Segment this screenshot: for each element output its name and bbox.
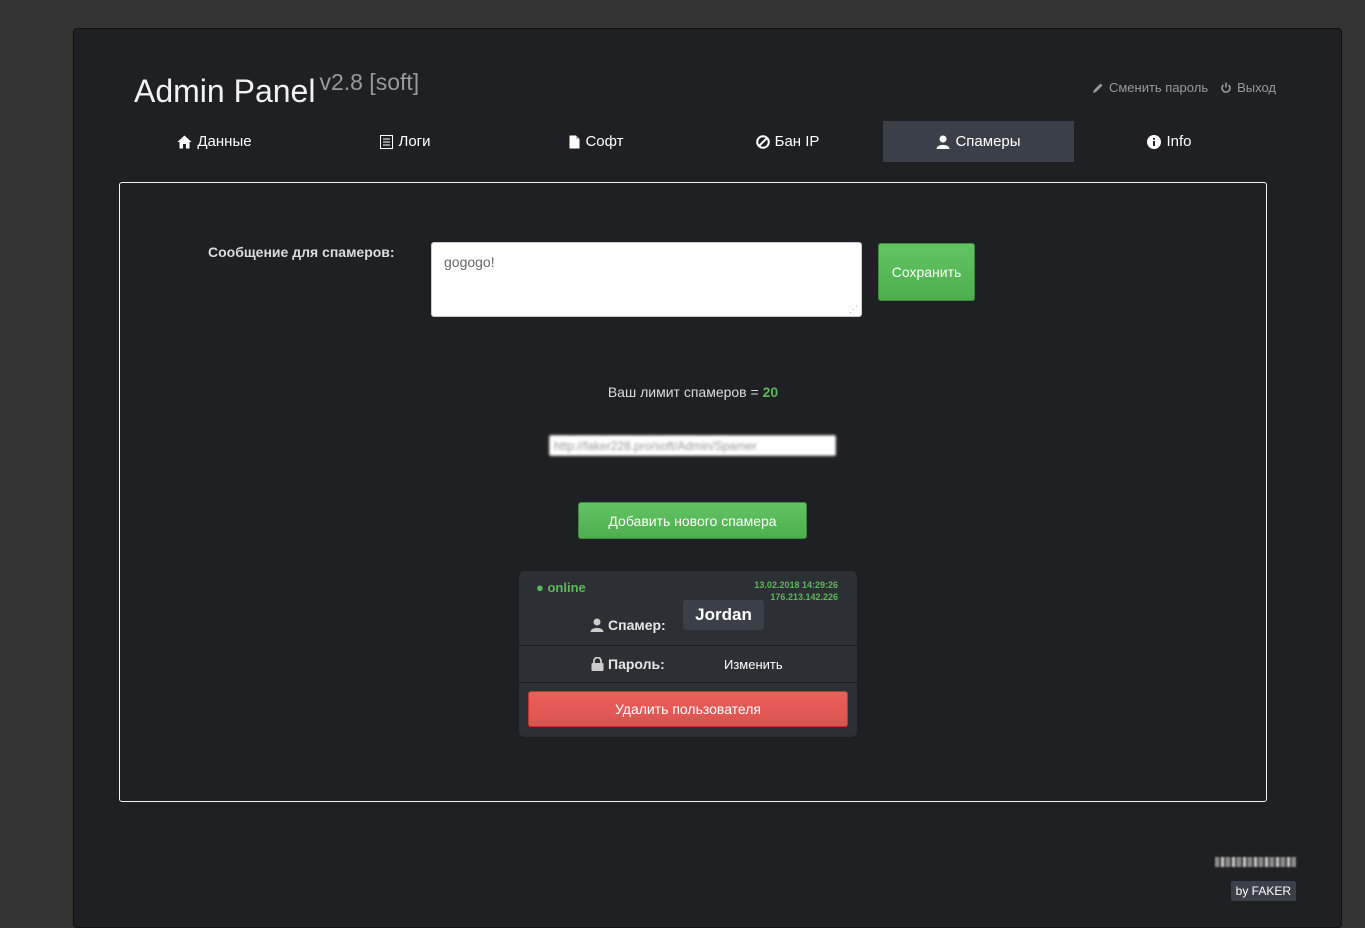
spammer-meta: 13.02.2018 14:29:26 176.213.142.226 <box>754 579 838 603</box>
app-title: Admin Panel <box>134 73 316 109</box>
spammer-link-field[interactable]: http://faker228.pro/soft/Admin/Spamer <box>549 435 836 456</box>
tab-info[interactable]: Info <box>1074 121 1265 162</box>
tab-soft[interactable]: Софт <box>501 121 692 162</box>
spammer-ip: 176.213.142.226 <box>770 592 838 602</box>
list-icon <box>380 134 394 149</box>
change-password-link[interactable]: Сменить пароль <box>1092 80 1208 95</box>
spammer-row-label: Спамер: <box>590 617 666 633</box>
visitor-counter <box>1215 857 1296 867</box>
last-seen-datetime: 13.02.2018 14:29:26 <box>754 580 838 590</box>
file-icon <box>569 135 580 148</box>
password-row-label: Пароль: <box>591 656 665 672</box>
change-password-button[interactable]: Изменить <box>724 657 783 672</box>
tab-spammers-label: Спамеры <box>955 133 1021 150</box>
lock-icon <box>591 657 604 671</box>
author-badge: by FAKER <box>1230 881 1296 901</box>
spam-message-label: Сообщение для спамеров: <box>208 244 395 260</box>
power-icon <box>1221 82 1231 93</box>
admin-panel: Admin Panel v2.8 [soft] Сменить пароль Вы… <box>73 28 1342 928</box>
tab-data[interactable]: Данные <box>119 121 310 162</box>
limit-text: Ваш лимит спамеров = <box>607 384 763 400</box>
tab-logs[interactable]: Логи <box>310 121 501 162</box>
tab-data-label: Данные <box>197 133 252 150</box>
version-label: v2.8 [soft] <box>319 69 420 95</box>
online-status: ● online <box>536 580 586 595</box>
divider <box>519 645 857 646</box>
limit-value: 20 <box>762 384 779 400</box>
user-icon <box>590 618 604 632</box>
content-box: Сообщение для спамеров: gogogo! ⋰ Сохран… <box>119 182 1267 802</box>
logout-link[interactable]: Выход <box>1220 80 1276 95</box>
top-links: Сменить пароль Выход <box>1092 80 1276 95</box>
password-label: Пароль: <box>608 656 665 672</box>
tab-info-label: Info <box>1166 133 1192 150</box>
info-icon <box>1147 134 1162 149</box>
add-spammer-button[interactable]: Добавить нового спамера <box>578 502 807 539</box>
spammer-name: Jordan <box>683 600 764 630</box>
user-icon <box>936 135 950 149</box>
tab-spammers[interactable]: Спамеры <box>883 121 1074 162</box>
delete-user-button[interactable]: Удалить пользователя <box>528 691 848 727</box>
tab-soft-label: Софт <box>585 133 624 150</box>
spammer-card: ● online 13.02.2018 14:29:26 176.213.142… <box>519 571 857 737</box>
home-icon <box>177 135 192 148</box>
page-title: Admin Panel v2.8 [soft] <box>134 69 419 110</box>
logout-label: Выход <box>1237 80 1276 95</box>
spammer-label: Спамер: <box>608 617 666 633</box>
tab-logs-label: Логи <box>398 133 431 150</box>
resize-grip-icon[interactable]: ⋰ <box>849 304 859 314</box>
change-password-label: Сменить пароль <box>1108 80 1209 95</box>
pencil-icon <box>1092 83 1103 93</box>
divider <box>519 682 857 683</box>
spammer-limit: Ваш лимит спамеров = 20 <box>120 384 1266 400</box>
main-tabs: Данные Логи Софт Бан IP Спамеры Info <box>119 121 1265 162</box>
save-button[interactable]: Сохранить <box>878 243 975 301</box>
tab-ban-ip-label: Бан IP <box>774 133 820 150</box>
spam-message-textarea[interactable]: gogogo! <box>431 242 862 317</box>
ban-icon <box>755 134 770 149</box>
tab-ban-ip[interactable]: Бан IP <box>692 121 883 162</box>
